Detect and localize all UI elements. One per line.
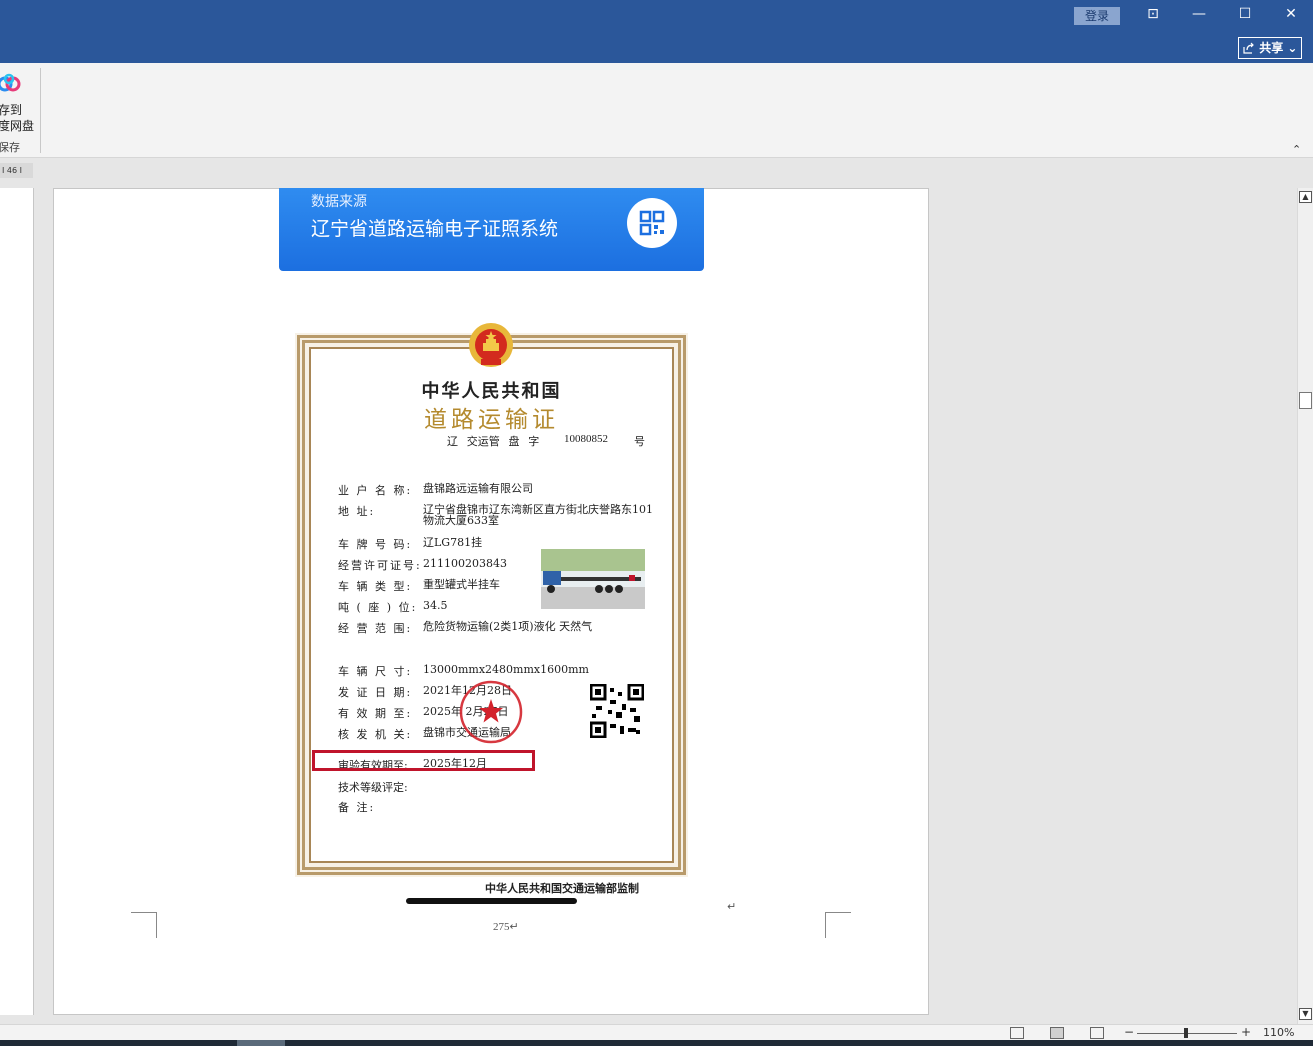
taskbar xyxy=(0,1040,1313,1046)
ribbon-separator xyxy=(40,68,41,153)
truck-photo xyxy=(541,549,645,609)
field-label-remarks: 备 注: xyxy=(338,801,376,814)
field-value-address-line2: 物流大厦633室 xyxy=(423,514,499,527)
baidu-netdisk-label: 度网盘 xyxy=(0,119,35,133)
field-value-plate-number: 辽LG781挂 xyxy=(423,536,483,549)
previous-page-edge xyxy=(0,188,34,1015)
national-emblem-icon xyxy=(469,323,513,367)
certificate-number-prefix: 辽 交运管 盘 字 xyxy=(447,436,540,448)
crop-mark-right xyxy=(825,912,851,938)
field-value-license-number: 211100203843 xyxy=(423,557,507,570)
web-layout-icon[interactable] xyxy=(1090,1027,1104,1039)
scroll-down-icon[interactable]: ▼ xyxy=(1299,1008,1312,1020)
zoom-in-button[interactable]: + xyxy=(1241,1025,1251,1039)
road-transport-certificate: 中华人民共和国 道路运输证 辽 交运管 盘 字 10080852 号 业 户 名… xyxy=(295,323,688,877)
zoom-out-button[interactable]: − xyxy=(1124,1025,1134,1039)
field-label-plate-number: 车 牌 号 码: xyxy=(338,538,413,551)
field-value-vehicle-type: 重型罐式半挂车 xyxy=(423,578,500,591)
banner-subtitle: 数据来源 xyxy=(311,194,367,210)
home-indicator-bar xyxy=(406,898,577,904)
field-label-issue-date: 发 证 日 期: xyxy=(338,686,413,699)
scroll-up-icon[interactable]: ▲ xyxy=(1299,191,1312,203)
field-label-address: 地 址: xyxy=(338,505,376,518)
field-value-vehicle-size: 13000mmx2480mmx1600mm xyxy=(423,663,589,676)
field-value-business-name: 盘锦路远运输有限公司 xyxy=(423,482,533,495)
certificate-qr-code xyxy=(590,684,644,738)
scrollbar-thumb[interactable] xyxy=(1299,392,1312,409)
share-button[interactable]: 共享 ⌄ xyxy=(1238,37,1302,59)
field-label-technical-grade: 技术等级评定: xyxy=(338,781,408,794)
certificate-number: 10080852 xyxy=(564,433,608,445)
certificate-number-suffix: 号 xyxy=(634,435,645,448)
field-value-business-scope: 危险货物运输(2类1项)液化 天然气 xyxy=(423,620,593,633)
zoom-slider-thumb[interactable] xyxy=(1184,1028,1188,1038)
maximize-icon[interactable]: ☐ xyxy=(1233,3,1257,25)
qr-code-icon xyxy=(627,198,677,248)
field-label-license-number: 经营许可证号: xyxy=(338,559,422,572)
field-label-valid-until: 有 效 期 至: xyxy=(338,707,413,720)
save-to-label: 存到 xyxy=(0,103,23,117)
crop-mark-left xyxy=(131,912,157,938)
baidu-netdisk-icon xyxy=(0,73,21,92)
title-bar: 登录 ⊡ — ☐ ✕ 共享 ⌄ xyxy=(0,0,1313,63)
certificate-footer: 中华人民共和国交通运输部监制 xyxy=(485,882,639,895)
paragraph-mark: ↵ xyxy=(727,900,737,913)
minimize-icon[interactable]: — xyxy=(1187,3,1211,25)
certificate-title: 道路运输证 xyxy=(424,407,559,433)
field-label-vehicle-type: 车 辆 类 型: xyxy=(338,580,413,593)
ribbon: 存到 度网盘 保存 ⌃ xyxy=(0,63,1313,158)
taskbar-active-app[interactable] xyxy=(237,1040,285,1046)
inspection-date-highlight-box xyxy=(312,750,535,771)
vertical-scrollbar[interactable] xyxy=(1297,188,1313,1024)
print-layout-icon[interactable] xyxy=(1050,1027,1064,1039)
field-label-issuing-authority: 核 发 机 关: xyxy=(338,728,413,741)
field-label-vehicle-size: 车 辆 尺 寸: xyxy=(338,665,413,678)
field-label-business-scope: 经 营 范 围: xyxy=(338,622,413,635)
zoom-level[interactable]: 110% xyxy=(1263,1026,1294,1039)
ruler-tab: I 46 I xyxy=(0,163,33,178)
data-source-banner: 数据来源 辽宁省道路运输电子证照系统 xyxy=(279,188,704,271)
ribbon-display-options-icon[interactable]: ⊡ xyxy=(1141,3,1165,25)
read-mode-icon[interactable] xyxy=(1010,1027,1024,1039)
page-number: 275↵ xyxy=(493,921,519,933)
field-value-tonnage: 34.5 xyxy=(423,599,448,612)
ribbon-group-label: 保存 xyxy=(0,141,20,154)
collapse-ribbon-icon[interactable]: ⌃ xyxy=(1292,143,1301,156)
share-icon xyxy=(1243,42,1254,54)
login-button[interactable]: 登录 xyxy=(1074,7,1120,25)
field-label-business-name: 业 户 名 称: xyxy=(338,484,413,497)
chevron-down-icon: ⌄ xyxy=(1287,41,1298,55)
share-label: 共享 xyxy=(1259,41,1284,55)
close-icon[interactable]: ✕ xyxy=(1279,3,1303,25)
status-bar: − + 110% xyxy=(0,1024,1313,1040)
field-label-tonnage: 吨 ( 座 ) 位: xyxy=(338,601,418,614)
official-seal-stamp xyxy=(459,680,523,744)
banner-title: 辽宁省道路运输电子证照系统 xyxy=(311,218,559,240)
